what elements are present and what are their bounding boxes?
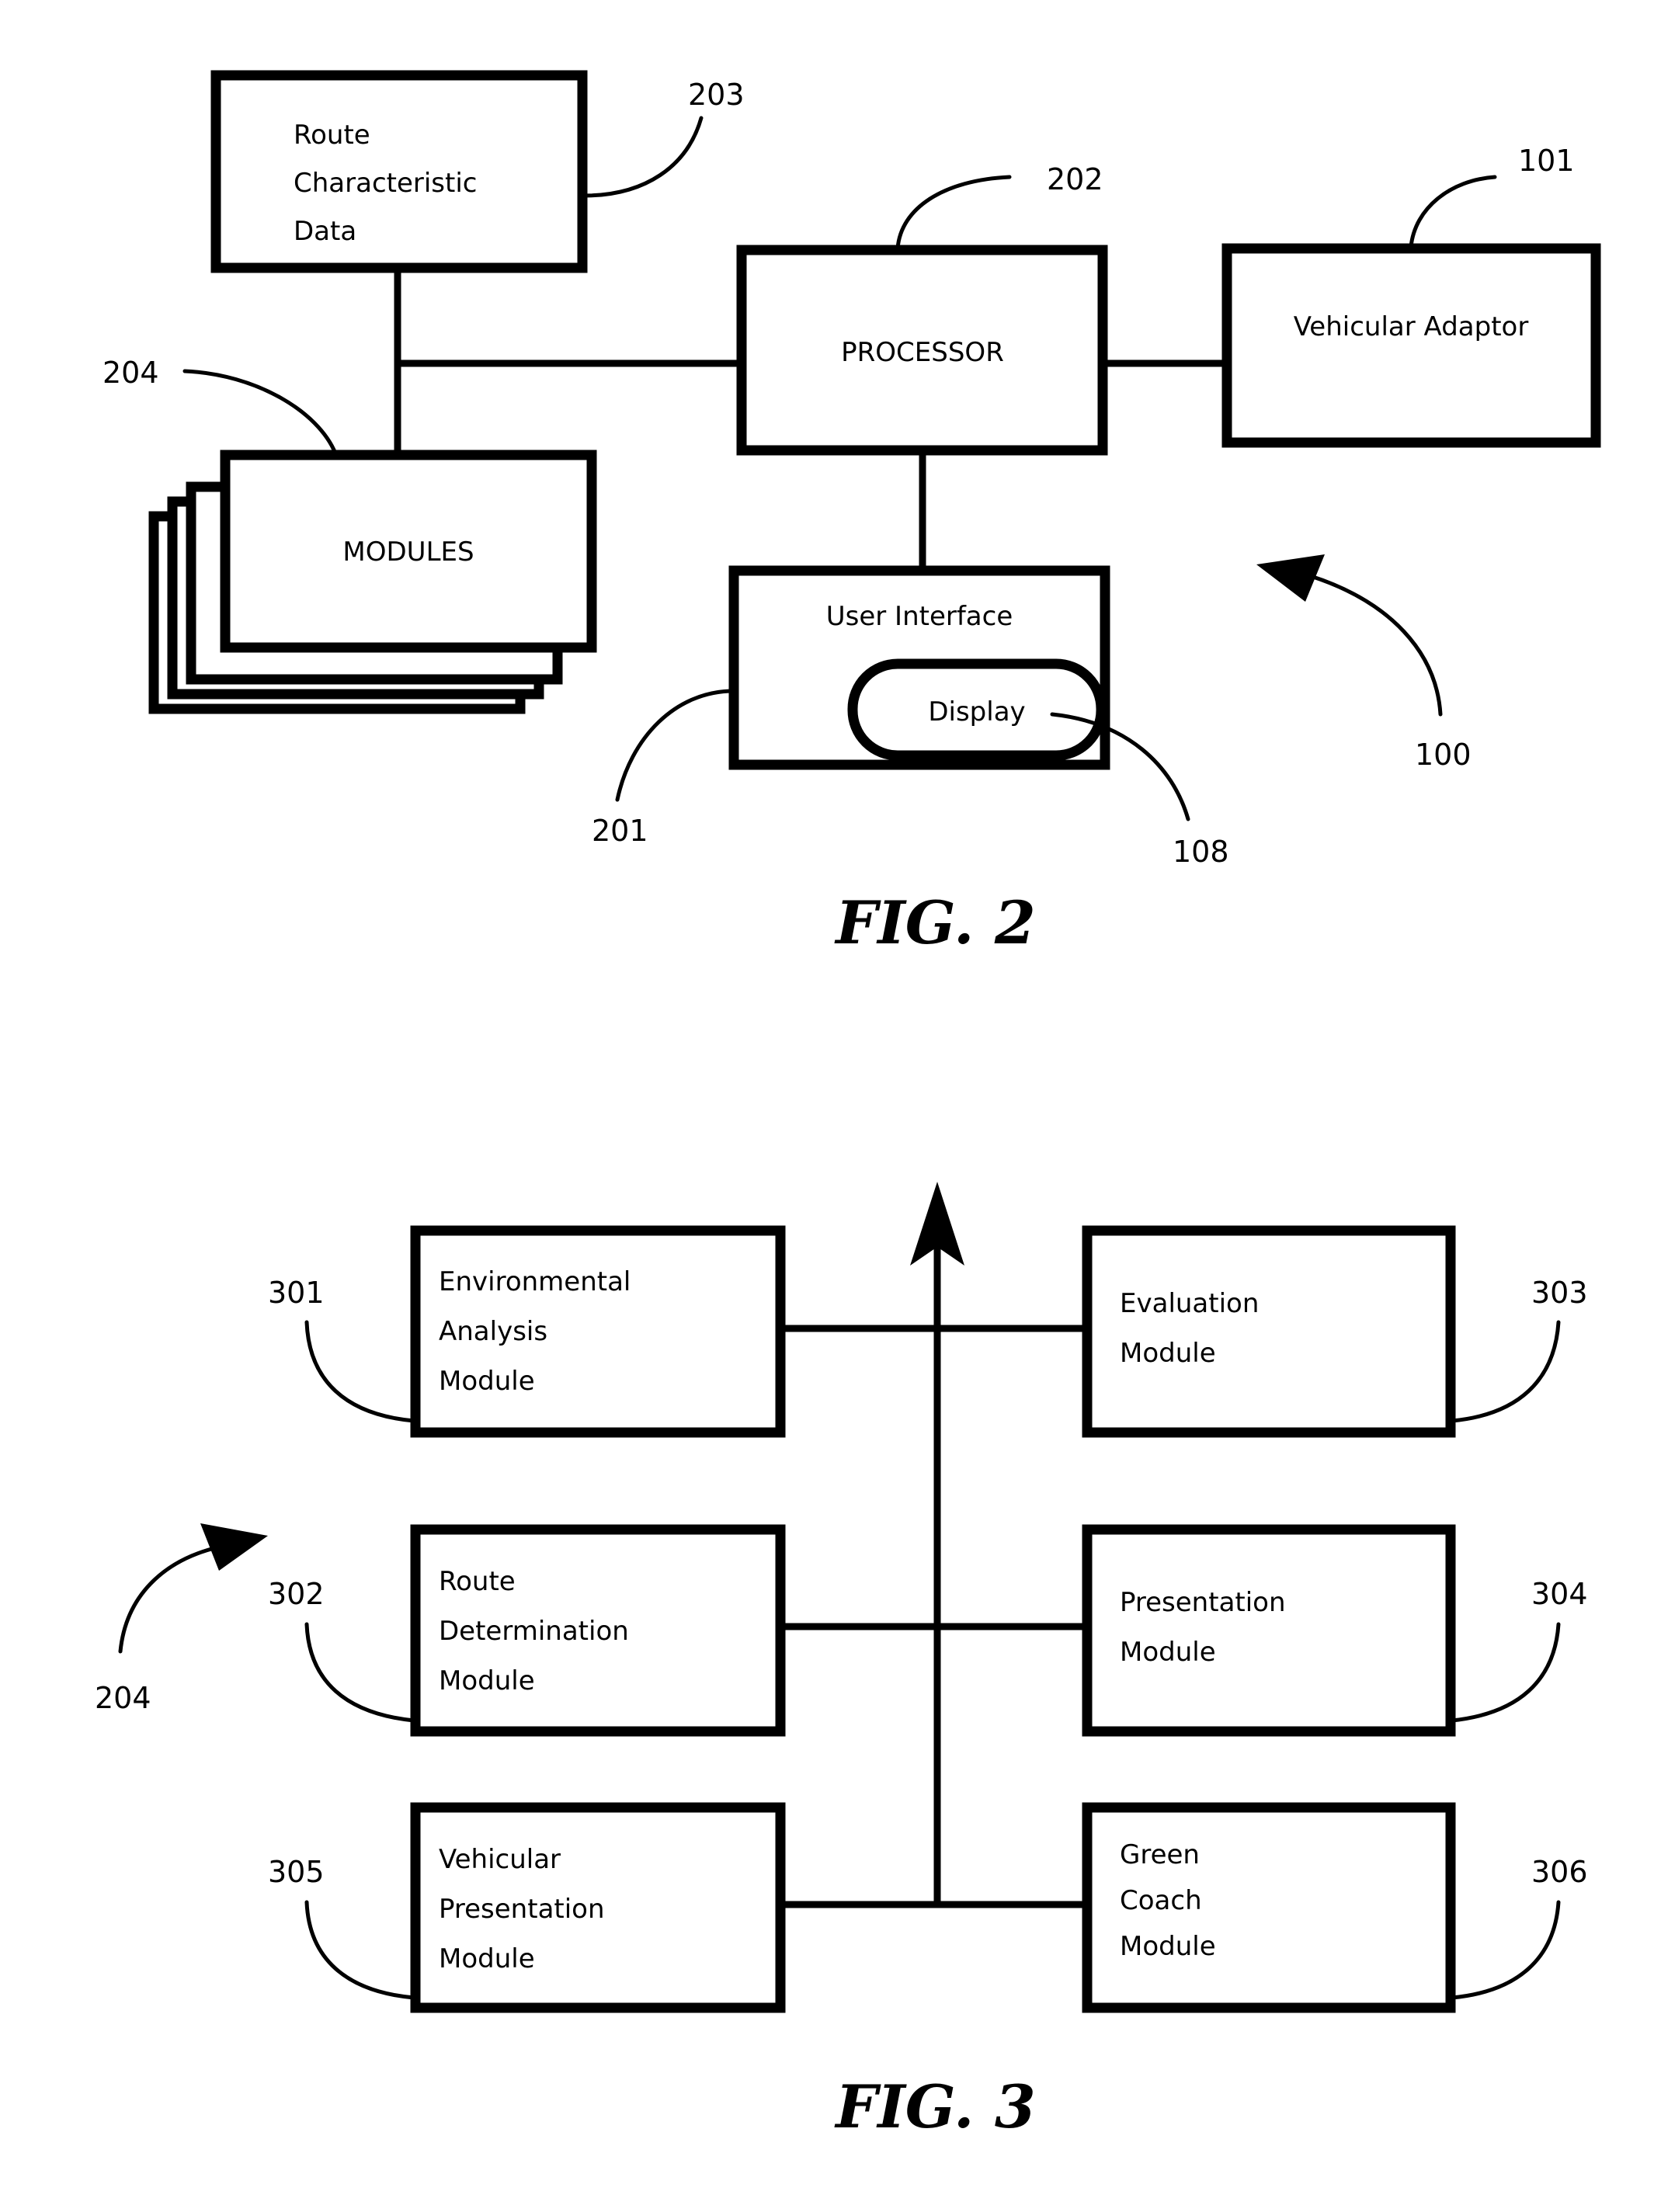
ref-306-leader-line [1450, 1900, 1561, 2000]
route-characteristic-data-line-1: Route [294, 120, 370, 151]
environmental-analysis-module-line-1: Environmental [439, 1266, 631, 1297]
ref-203-leader-line [582, 116, 704, 198]
vehicular-presentation-module-line-1: Vehicular [439, 1844, 561, 1875]
ref-204-leader-line [182, 369, 338, 456]
environmental-analysis-module-box[interactable]: Environmental Analysis Module [410, 1225, 786, 1438]
environmental-analysis-module-line-3: Module [439, 1366, 535, 1397]
ref-100-label: 100 [1415, 738, 1472, 772]
ref-201-leader-line [615, 689, 736, 802]
processor-box[interactable]: PROCESSOR [736, 245, 1108, 456]
ref-101-callout: 101 [1409, 144, 1575, 249]
route-determination-module-line-2: Determination [439, 1616, 629, 1647]
ref-204-callout: 204 [103, 356, 338, 456]
green-coach-module-line-1: Green [1120, 1839, 1200, 1870]
ref-303-leader-line [1450, 1320, 1561, 1423]
ref-301-leader-line [304, 1320, 416, 1423]
figure-2-caption: FIG. 2 [834, 888, 1036, 957]
ref-302-label: 302 [268, 1577, 325, 1611]
presentation-module-line-1: Presentation [1120, 1587, 1286, 1618]
display-label: Display [928, 696, 1025, 727]
evaluation-module-box[interactable]: Evaluation Module [1082, 1225, 1456, 1438]
route-determination-module-line-1: Route [439, 1566, 516, 1597]
vehicular-adaptor-rect [1221, 243, 1601, 448]
ref-202-callout: 202 [895, 162, 1103, 251]
figure3-ref-204-curved-arrow [118, 1545, 220, 1654]
evaluation-module-line-2: Module [1120, 1338, 1216, 1369]
figure3-ref-204-label: 204 [95, 1681, 151, 1715]
processor-label: PROCESSOR [841, 337, 1004, 368]
route-characteristic-data-line-3: Data [294, 216, 356, 247]
figure-2: Route Characteristic Data 203 MODULES 20… [103, 70, 1601, 957]
ref-203-label: 203 [688, 78, 745, 112]
ref-305-leader-line [304, 1900, 416, 2000]
modules-label: MODULES [342, 537, 474, 568]
vehicular-adaptor-box[interactable]: Vehicular Adaptor [1221, 243, 1601, 448]
evaluation-module-line-1: Evaluation [1120, 1288, 1259, 1319]
route-determination-module-box[interactable]: Route Determination Module [410, 1524, 786, 1737]
ref-202-label: 202 [1047, 162, 1103, 196]
figure3-central-bus [780, 1182, 1087, 1908]
patent-drawing-sheet: Route Characteristic Data 203 MODULES 20… [0, 0, 1654, 2212]
ref-204-label: 204 [103, 356, 159, 390]
display-box[interactable]: Display [847, 658, 1107, 761]
ref-100-curved-arrow [1308, 574, 1443, 717]
user-interface-label: User Interface [826, 601, 1013, 632]
figure3-ref-204-callout: 204 [95, 1523, 268, 1715]
green-coach-module-line-2: Coach [1120, 1885, 1202, 1916]
ref-303-label: 303 [1531, 1276, 1588, 1310]
ref-305-callout: 305 [268, 1855, 416, 2000]
evaluation-module-rect [1082, 1225, 1456, 1438]
ref-303-callout: 303 [1450, 1276, 1588, 1423]
green-coach-module-box[interactable]: Green Coach Module [1082, 1802, 1456, 2013]
route-characteristic-data-box[interactable]: Route Characteristic Data [210, 70, 588, 273]
ref-201-label: 201 [592, 814, 648, 848]
ref-201-callout: 201 [592, 689, 736, 848]
figure-3: Environmental Analysis Module 301 Evalua… [95, 1182, 1588, 2141]
ref-203-callout: 203 [582, 78, 745, 198]
ref-304-leader-line [1450, 1622, 1561, 1723]
ref-302-callout: 302 [268, 1577, 416, 1723]
ref-101-leader-line [1409, 175, 1497, 249]
presentation-module-box[interactable]: Presentation Module [1082, 1524, 1456, 1737]
figure3-ref-204-arrowhead [200, 1523, 268, 1571]
route-determination-module-line-3: Module [439, 1665, 535, 1696]
ref-304-callout: 304 [1450, 1577, 1588, 1723]
vehicular-presentation-module-line-3: Module [439, 1943, 535, 1974]
ref-100-arrowhead [1256, 554, 1325, 602]
route-characteristic-data-line-2: Characteristic [294, 168, 478, 199]
ref-108-label: 108 [1173, 835, 1229, 869]
ref-101-label: 101 [1518, 144, 1575, 178]
vehicular-presentation-module-line-2: Presentation [439, 1894, 605, 1925]
green-coach-module-line-3: Module [1120, 1931, 1216, 1962]
ref-100-callout: 100 [1256, 554, 1472, 772]
modules-stack[interactable]: MODULES [148, 450, 597, 714]
presentation-module-line-2: Module [1120, 1637, 1216, 1668]
ref-306-label: 306 [1531, 1855, 1588, 1889]
ref-202-leader-line [895, 175, 1012, 251]
ref-301-label: 301 [268, 1276, 325, 1310]
figure-3-caption: FIG. 3 [834, 2072, 1036, 2141]
ref-302-leader-line [304, 1622, 416, 1723]
ref-304-label: 304 [1531, 1577, 1588, 1611]
environmental-analysis-module-line-2: Analysis [439, 1316, 547, 1347]
vehicular-presentation-module-box[interactable]: Vehicular Presentation Module [410, 1802, 786, 2013]
ref-301-callout: 301 [268, 1276, 416, 1423]
ref-306-callout: 306 [1450, 1855, 1588, 2000]
vehicular-adaptor-label: Vehicular Adaptor [1294, 311, 1529, 342]
presentation-module-rect [1082, 1524, 1456, 1737]
ref-305-label: 305 [268, 1855, 325, 1889]
